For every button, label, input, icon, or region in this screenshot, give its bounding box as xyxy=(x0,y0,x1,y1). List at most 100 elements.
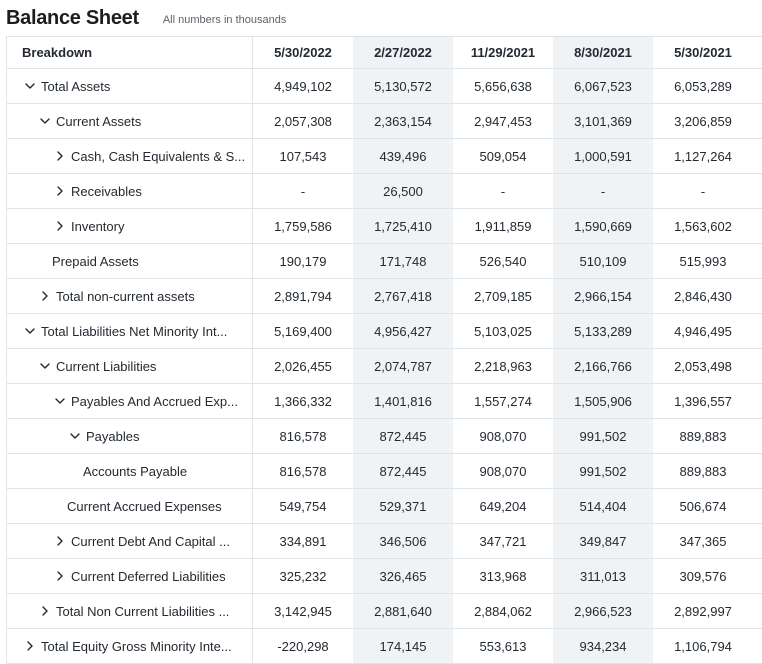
row-label-text: Accounts Payable xyxy=(83,463,188,479)
table-row: Total Liabilities Net Minority Int... 5,1… xyxy=(7,314,762,349)
value-cell: 526,540 xyxy=(479,253,527,269)
value-cell: 6,067,523 xyxy=(574,78,632,94)
value-cell: 2,881,640 xyxy=(374,603,432,619)
chevron-right-icon[interactable] xyxy=(53,219,67,233)
chevron-down-icon[interactable] xyxy=(23,324,37,338)
value-cell: 816,578 xyxy=(279,428,327,444)
table-row: Current Liabilities 2,026,455 2,074,787 2,2… xyxy=(7,349,762,384)
value-cell: 1,000,591 xyxy=(574,148,632,164)
value-cell: 1,505,906 xyxy=(574,393,632,409)
value-cell: 2,884,062 xyxy=(474,603,532,619)
row-label[interactable]: Payables xyxy=(7,419,253,453)
value-cell: 1,759,586 xyxy=(274,218,332,234)
row-label[interactable]: Current Assets xyxy=(7,104,253,138)
table-row: Accounts Payable 816,578 872,445 908,070 991… xyxy=(7,454,762,489)
chevron-right-icon[interactable] xyxy=(38,289,52,303)
chevron-right-icon[interactable] xyxy=(53,149,67,163)
chevron-right-icon[interactable] xyxy=(23,639,37,653)
value-cell: 506,674 xyxy=(679,498,727,514)
value-cell: 553,613 xyxy=(479,638,527,654)
value-cell: - xyxy=(300,183,306,199)
table-row: Cash, Cash Equivalents & S... 107,543 439,… xyxy=(7,139,762,174)
chevron-down-icon[interactable] xyxy=(53,394,67,408)
value-cell: 4,956,427 xyxy=(374,323,432,339)
value-cell: 26,500 xyxy=(383,183,423,199)
value-cell: 1,563,602 xyxy=(674,218,732,234)
chevron-right-icon[interactable] xyxy=(38,604,52,618)
value-cell: 2,966,523 xyxy=(574,603,632,619)
table-row: Current Assets 2,057,308 2,363,154 2,947,45… xyxy=(7,104,762,139)
value-cell: 2,218,963 xyxy=(474,358,532,374)
value-cell: 934,234 xyxy=(579,638,627,654)
table-row: Total Equity Gross Minority Inte... -220,… xyxy=(7,629,762,664)
table-row: Payables 816,578 872,445 908,070 991,502 889,… xyxy=(7,419,762,454)
chevron-right-icon[interactable] xyxy=(53,534,67,548)
value-cell: - xyxy=(600,183,606,199)
value-cell: 2,074,787 xyxy=(374,358,432,374)
value-cell: 649,204 xyxy=(479,498,527,514)
row-label[interactable]: Cash, Cash Equivalents & S... xyxy=(7,139,253,173)
value-cell: 529,371 xyxy=(379,498,427,514)
row-label-text: Total non-current assets xyxy=(56,288,195,304)
value-cell: 872,445 xyxy=(379,463,427,479)
row-label-text: Current Debt And Capital ... xyxy=(71,533,230,549)
chevron-right-icon[interactable] xyxy=(53,184,67,198)
row-label[interactable]: Receivables xyxy=(7,174,253,208)
value-cell: 2,891,794 xyxy=(274,288,332,304)
row-label[interactable]: Total Non Current Liabilities ... xyxy=(7,594,253,628)
table-row: Current Accrued Expenses 549,754 529,371 64… xyxy=(7,489,762,524)
value-cell: 908,070 xyxy=(479,463,527,479)
row-label[interactable]: Total Liabilities Net Minority Int... xyxy=(7,314,253,348)
value-cell: 991,502 xyxy=(579,428,627,444)
value-cell: 2,767,418 xyxy=(374,288,432,304)
value-cell: 3,206,859 xyxy=(674,113,732,129)
row-label[interactable]: Payables And Accrued Exp... xyxy=(7,384,253,418)
value-cell: 2,947,453 xyxy=(474,113,532,129)
value-cell: 889,883 xyxy=(679,463,727,479)
chevron-down-icon[interactable] xyxy=(68,429,82,443)
value-cell: 2,709,185 xyxy=(474,288,532,304)
value-cell: 2,166,766 xyxy=(574,358,632,374)
value-cell: 349,847 xyxy=(579,533,627,549)
breakdown-header: Breakdown xyxy=(7,37,253,68)
value-cell: 2,966,154 xyxy=(574,288,632,304)
value-cell: 510,109 xyxy=(579,253,627,269)
row-label[interactable]: Current Deferred Liabilities xyxy=(7,559,253,593)
date-column-header: 8/30/2021 xyxy=(574,45,632,60)
row-label-text: Total Non Current Liabilities ... xyxy=(56,603,230,619)
value-cell: 5,169,400 xyxy=(274,323,332,339)
row-label[interactable]: Inventory xyxy=(7,209,253,243)
value-cell: 5,656,638 xyxy=(474,78,532,94)
page-header: Balance Sheet All numbers in thousands xyxy=(6,4,286,30)
value-cell: 549,754 xyxy=(279,498,327,514)
row-label-text: Current Assets xyxy=(56,113,142,129)
table-row: Current Deferred Liabilities 325,232 326,4… xyxy=(7,559,762,594)
value-cell: 309,576 xyxy=(679,568,727,584)
table-row: Prepaid Assets 190,179 171,748 526,540 510,1… xyxy=(7,244,762,279)
row-label[interactable]: Total Equity Gross Minority Inte... xyxy=(7,629,253,663)
value-cell: 908,070 xyxy=(479,428,527,444)
row-label[interactable]: Total Assets xyxy=(7,69,253,103)
row-label[interactable]: Current Liabilities xyxy=(7,349,253,383)
value-cell: 4,946,495 xyxy=(674,323,732,339)
value-cell: 1,911,859 xyxy=(474,218,532,234)
row-label[interactable]: Total non-current assets xyxy=(7,279,253,313)
table-row: Payables And Accrued Exp... 1,366,332 1,40… xyxy=(7,384,762,419)
value-cell: 816,578 xyxy=(279,463,327,479)
row-label-text: Current Liabilities xyxy=(56,358,157,374)
value-cell: 334,891 xyxy=(279,533,327,549)
value-cell: 2,846,430 xyxy=(674,288,732,304)
value-cell: 514,404 xyxy=(579,498,627,514)
date-column-header: 2/27/2022 xyxy=(374,45,432,60)
table-row: Total non-current assets 2,891,794 2,767,4… xyxy=(7,279,762,314)
value-cell: 515,993 xyxy=(679,253,727,269)
chevron-down-icon[interactable] xyxy=(23,79,37,93)
row-label[interactable]: Current Debt And Capital ... xyxy=(7,524,253,558)
chevron-right-icon[interactable] xyxy=(53,569,67,583)
value-cell: 313,968 xyxy=(479,568,527,584)
value-cell: - xyxy=(700,183,706,199)
value-cell: 1,557,274 xyxy=(474,393,532,409)
table-row: Receivables - 26,500 - - - xyxy=(7,174,762,209)
chevron-down-icon[interactable] xyxy=(38,114,52,128)
chevron-down-icon[interactable] xyxy=(38,359,52,373)
